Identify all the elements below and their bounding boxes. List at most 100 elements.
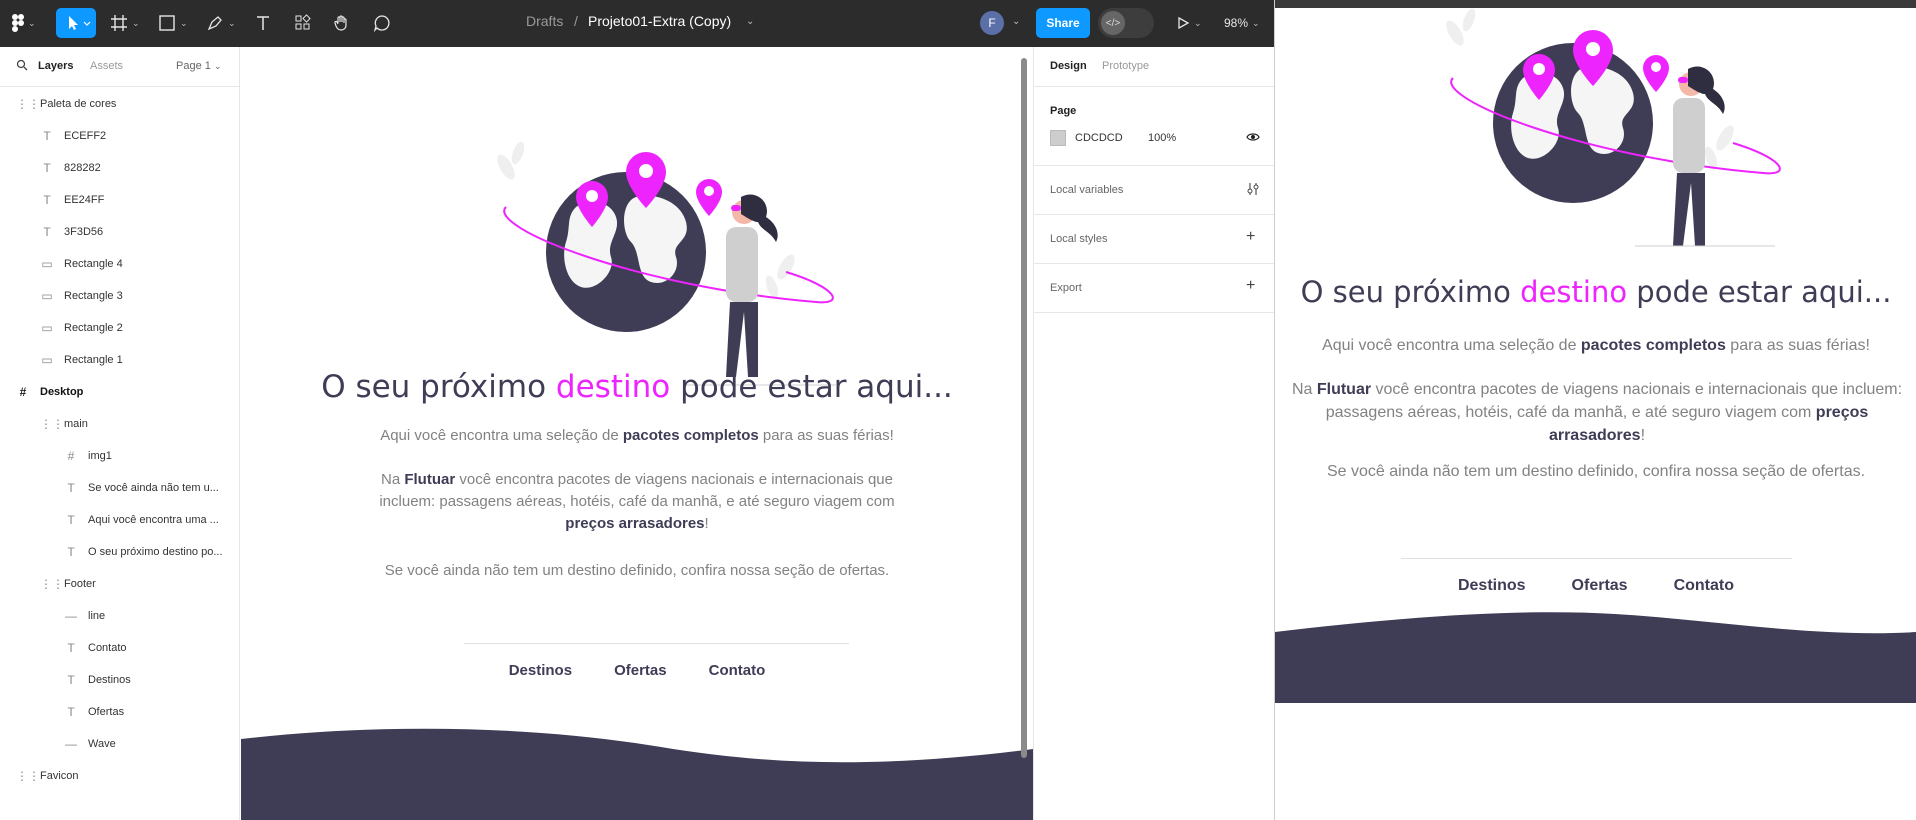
present-button[interactable]: ⌄ [1176,12,1202,34]
local-styles-section[interactable]: Local styles + [1034,215,1275,264]
export-section[interactable]: Export + [1034,264,1275,313]
layer-label: Ofertas [88,706,125,718]
tab-layers[interactable]: Layers [38,60,73,72]
nav-ofertas[interactable]: Ofertas [614,662,667,679]
breadcrumb-separator: / [574,13,578,29]
eye-icon[interactable] [1246,131,1260,146]
footer-nav: Destinos Ofertas Contato [1275,577,1916,595]
layer-item[interactable]: ▭ Rectangle 3 [0,280,240,312]
layer-label: 828282 [64,162,101,174]
tab-design[interactable]: Design [1050,60,1087,72]
group-icon: ⋮⋮ [40,577,64,591]
chevron-down-icon: ⌄ [1252,17,1260,28]
prototype-preview[interactable]: O seu próximo destino pode estar aqui...… [1274,0,1916,820]
page-color-value[interactable]: CDCDCD [1075,132,1123,144]
zoom-level: 98% [1224,16,1249,30]
p2-bold-prices: preços arrasadores [565,514,705,532]
text-icon: T [67,641,75,655]
nav-ofertas[interactable]: Ofertas [1572,577,1628,595]
line-icon: — [65,609,77,623]
travel-illustration [1446,8,1781,247]
p1-bold: pacotes completos [622,427,759,444]
nav-contato[interactable]: Contato [709,662,766,679]
layer-item[interactable]: ▭ Rectangle 1 [0,344,240,376]
search-icon[interactable] [16,59,28,74]
local-variables-section[interactable]: Local variables [1034,166,1275,215]
zoom-menu[interactable]: 98% ⌄ [1224,12,1260,34]
layer-item[interactable]: ⋮⋮ main [0,408,240,440]
layer-item[interactable]: T Destinos [0,664,240,696]
frame-icon: # [19,385,27,399]
p1-pre: Aqui você encontra uma seleção de [380,427,623,444]
layer-label: line [88,610,106,622]
add-icon[interactable]: + [1246,277,1255,295]
layer-item[interactable]: ▭ Rectangle 4 [0,248,240,280]
tab-prototype[interactable]: Prototype [1102,60,1149,72]
layer-label: Paleta de cores [40,98,117,110]
layer-item[interactable]: T Contato [0,632,240,664]
layer-item[interactable]: T O seu próximo destino po... [0,536,240,568]
layer-item[interactable]: ⋮⋮ Favicon [0,760,240,792]
share-button[interactable]: Share [1036,8,1090,38]
dev-mode-toggle[interactable]: </> [1098,8,1154,38]
heading-highlight: destino [555,369,671,405]
layer-item[interactable]: T Aqui você encontra uma ... [0,504,240,536]
layer-item[interactable]: — line [0,600,240,632]
file-name[interactable]: Projeto01-Extra (Copy) [588,13,731,29]
file-menu-chevron-icon[interactable]: ⌄ [746,16,754,27]
layer-label: img1 [88,450,112,462]
figma-editor: ⌄ ⌄ ⌄ ⌄ Drafts / Projeto01-Extra (Copy) … [0,0,1275,820]
pen-icon [207,16,222,31]
p1-bold: pacotes completos [1580,337,1726,354]
nav-destinos[interactable]: Destinos [509,662,572,679]
nav-contato[interactable]: Contato [1674,577,1734,595]
chevron-down-icon: ⌄ [213,61,222,71]
footer-nav: Destinos Ofertas Contato [241,662,1033,679]
pen-tool-button[interactable]: ⌄ [206,12,236,34]
hand-tool-button[interactable] [333,12,351,34]
shape-tool-button[interactable]: ⌄ [158,12,188,34]
layer-item[interactable]: ▭ Rectangle 2 [0,312,240,344]
move-tool-button[interactable] [56,8,96,38]
section-icon: ⋮⋮ [16,769,40,783]
breadcrumb-drafts[interactable]: Drafts [526,13,563,29]
tab-assets[interactable]: Assets [90,60,123,72]
section-icon: ⋮⋮ [16,97,40,111]
text-icon [257,16,269,30]
heading-post: pode estar aqui... [1627,275,1892,309]
p1-pre: Aqui você encontra uma seleção de [1322,337,1581,354]
layer-item[interactable]: T Ofertas [0,696,240,728]
layer-item[interactable]: — Wave [0,728,240,760]
footer-line [1401,558,1792,559]
layer-item[interactable]: ⋮⋮ Footer [0,568,240,600]
frame-icon [111,15,127,31]
right-panel-tabs: Design Prototype [1034,47,1275,87]
frame-tool-button[interactable]: ⌄ [110,12,140,34]
page-opacity-value[interactable]: 100% [1148,132,1176,144]
layer-item[interactable]: # img1 [0,440,240,472]
variables-icon[interactable] [1246,182,1260,199]
layer-label: Rectangle 1 [64,354,123,366]
main-menu-button[interactable]: ⌄ [12,12,36,34]
design-canvas[interactable]: O seu próximo destino pode estar aqui...… [241,47,1033,820]
p2-pre: Na [1291,381,1317,398]
layer-item[interactable]: T 3F3D56 [0,216,240,248]
chevron-down-icon[interactable]: ⌄ [1012,16,1020,27]
avatar[interactable]: F [980,11,1004,35]
layer-item[interactable]: T 828282 [0,152,240,184]
page-selector[interactable]: Page 1 ⌄ [176,60,221,72]
layer-item[interactable]: T Se você ainda não tem u... [0,472,240,504]
layer-item[interactable]: T EE24FF [0,184,240,216]
chevron-down-icon: ⌄ [1194,17,1202,28]
resources-button[interactable] [294,12,312,34]
canvas-scrollbar[interactable] [1021,58,1027,758]
page-color-swatch[interactable] [1050,130,1066,146]
layer-item[interactable]: ⋮⋮ Paleta de cores [0,88,240,120]
text-tool-button[interactable] [254,12,272,34]
comment-tool-button[interactable] [373,12,391,34]
layer-label: Rectangle 2 [64,322,123,334]
add-icon[interactable]: + [1246,228,1255,246]
layer-item[interactable]: T ECEFF2 [0,120,240,152]
layer-item[interactable]: # Desktop [0,376,240,408]
nav-destinos[interactable]: Destinos [1458,577,1526,595]
